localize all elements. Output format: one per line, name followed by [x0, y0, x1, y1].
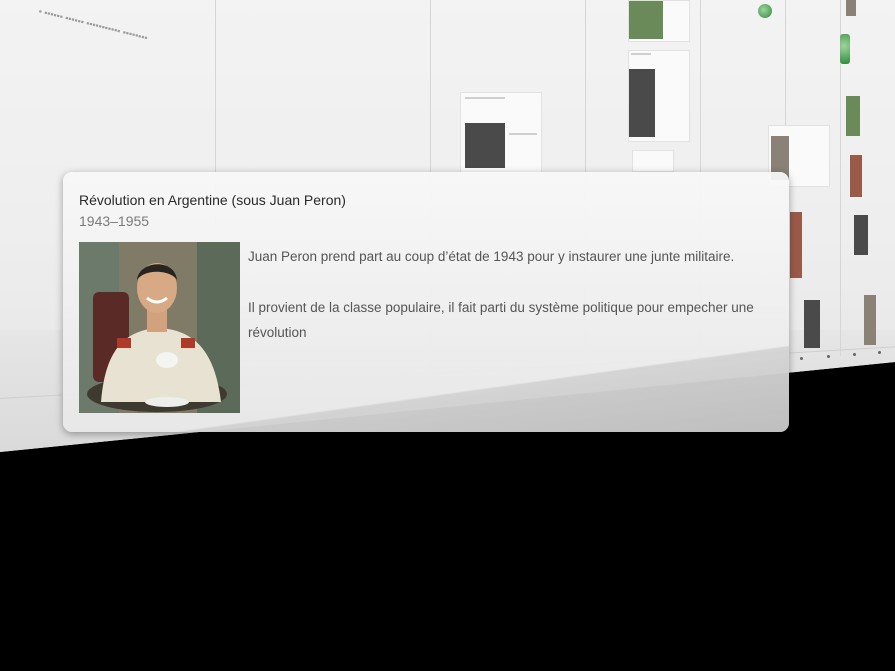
timeline-tick [827, 355, 830, 358]
event-title: Révolution en Argentine (sous Juan Peron… [79, 192, 346, 208]
event-description-paragraph: Juan Peron prend part au coup d’état de … [248, 249, 735, 264]
timeline-event-card[interactable] [628, 50, 690, 142]
blurred-heading: ▪ ▪▪▪▪▪▪ ▪▪▪▪▪▪ ▪▪▪▪▪▪▪▪▪▪▪ ▪▪▪▪▪▪▪▪ [37, 6, 149, 43]
timeline-tick [800, 357, 803, 360]
event-description: Juan Peron prend part au coup d’état de … [248, 244, 768, 371]
event-thumbnail [629, 1, 663, 39]
globe-icon[interactable] [758, 4, 772, 18]
map-icon[interactable] [840, 34, 850, 64]
timeline-event-card[interactable] [460, 92, 542, 174]
event-dates: 1943–1955 [79, 213, 150, 229]
event-thumbnail[interactable] [804, 300, 820, 348]
timeline-tick [878, 351, 881, 354]
event-detail-card[interactable]: Révolution en Argentine (sous Juan Peron… [63, 172, 789, 432]
event-thumbnail [465, 123, 505, 168]
timeline-tick [853, 353, 856, 356]
portrait-photo-icon [79, 242, 240, 413]
event-thumbnail[interactable] [864, 295, 876, 345]
timeline-event-card[interactable] [628, 0, 690, 42]
portrait-photo [79, 242, 240, 413]
event-thumbnail [629, 69, 655, 137]
event-thumbnail[interactable] [850, 155, 862, 197]
timeline-event-card[interactable] [632, 150, 674, 172]
event-thumbnail[interactable] [854, 215, 868, 255]
event-thumbnail[interactable] [846, 96, 860, 136]
event-description-paragraph: Il provient de la classe populaire, il f… [248, 300, 754, 340]
event-thumbnail[interactable] [846, 0, 856, 16]
event-thumbnail[interactable] [790, 212, 802, 278]
